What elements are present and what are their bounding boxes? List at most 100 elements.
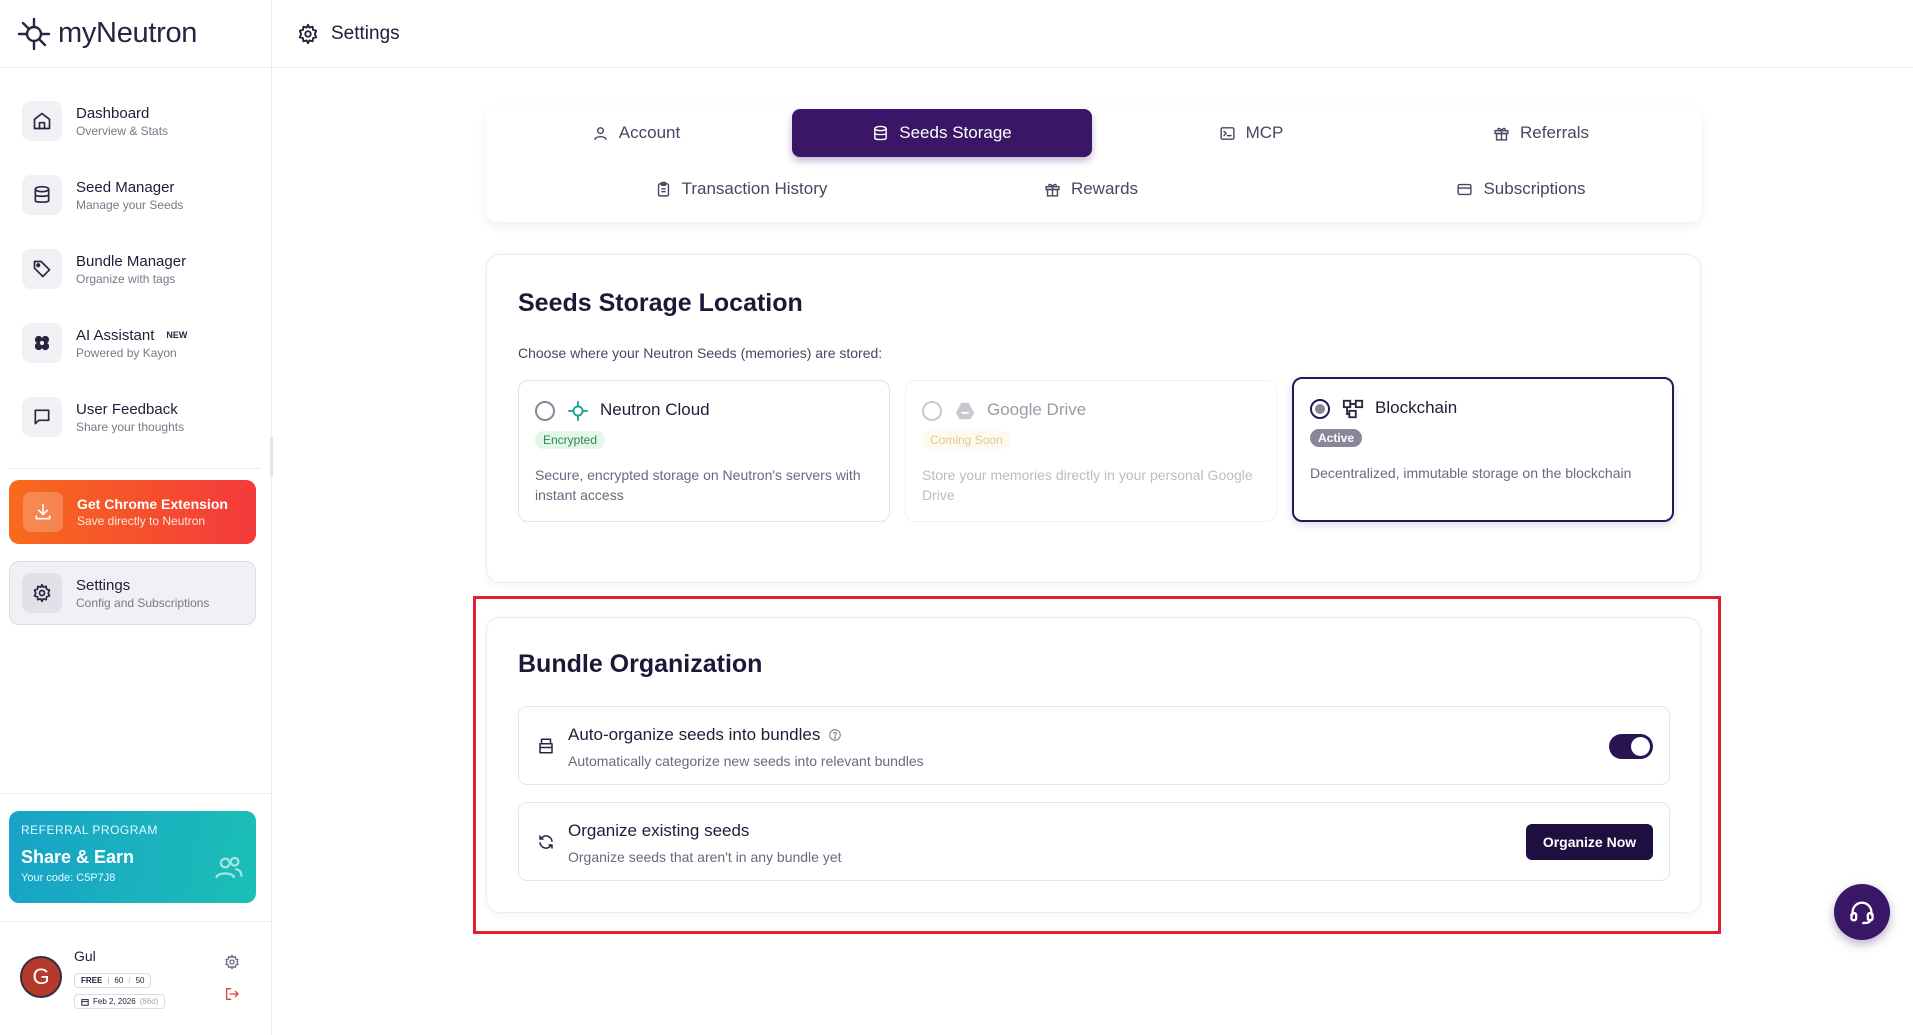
settings-tabs: Account Seeds Storage MCP Referrals Tran… xyxy=(486,105,1701,222)
storage-option-description: Secure, encrypted storage on Neutron's s… xyxy=(535,467,861,503)
top-bar: Settings xyxy=(273,0,1913,68)
tab-seeds-storage[interactable]: Seeds Storage xyxy=(792,109,1092,157)
message-square-icon xyxy=(22,397,62,437)
tab-referrals[interactable]: Referrals xyxy=(1406,109,1676,157)
credit-card-icon xyxy=(1457,183,1473,195)
tab-label: Seeds Storage xyxy=(899,123,1012,142)
sidebar-scrollbar[interactable] xyxy=(270,437,273,477)
renewal-date-note: (86d) xyxy=(139,997,159,1006)
active-badge: Active xyxy=(1310,429,1363,447)
sidebar-item-settings[interactable]: Settings Config and Subscriptions xyxy=(9,561,256,625)
logout-icon[interactable] xyxy=(224,986,240,1002)
section-description: Choose where your Neutron Seeds (memorie… xyxy=(518,345,883,361)
sidebar-item-bundle-manager[interactable]: Bundle Manager Organize with tags xyxy=(0,232,271,306)
gift-icon xyxy=(1494,127,1509,141)
ai-assistant-icon xyxy=(22,323,62,363)
organize-existing-row: Organize existing seeds Organize seeds t… xyxy=(518,802,1670,881)
clipboard-icon xyxy=(657,181,669,197)
support-chat-button[interactable] xyxy=(1834,884,1890,940)
auto-organize-row: Auto-organize seeds into bundles Automat… xyxy=(518,706,1670,785)
sidebar-item-title: Seed Manager xyxy=(76,178,175,196)
user-icon xyxy=(593,126,607,140)
neutron-logo-icon xyxy=(17,17,51,50)
auto-organize-toggle[interactable] xyxy=(1609,734,1653,759)
help-circle-icon[interactable] xyxy=(828,728,842,742)
storage-option-description: Decentralized, immutable storage on the … xyxy=(1310,465,1632,481)
tab-subscriptions[interactable]: Subscriptions xyxy=(1371,165,1671,213)
sidebar: myNeutron Dashboard Overview & Stats See… xyxy=(0,0,273,1035)
tab-label: Referrals xyxy=(1520,123,1589,142)
sidebar-item-subtitle: Share your thoughts xyxy=(76,419,185,434)
plan-badge: FREE | 60 / 50 xyxy=(74,973,152,988)
section-title: Seeds Storage Location xyxy=(518,289,803,317)
refresh-icon xyxy=(539,835,553,849)
organize-existing-description: Organize seeds that aren't in any bundle… xyxy=(568,849,842,865)
tab-mcp[interactable]: MCP xyxy=(1116,109,1386,157)
radio-button xyxy=(922,401,942,421)
tab-account[interactable]: Account xyxy=(506,109,766,157)
auto-organize-description: Automatically categorize new seeds into … xyxy=(568,753,924,769)
sidebar-divider xyxy=(0,921,272,922)
radio-button-selected[interactable] xyxy=(1310,399,1330,419)
calendar-icon xyxy=(81,998,89,1006)
download-icon xyxy=(23,492,63,532)
tab-transaction-history[interactable]: Transaction History xyxy=(576,165,906,213)
tab-rewards[interactable]: Rewards xyxy=(961,165,1221,213)
google-drive-icon xyxy=(955,402,975,420)
database-icon xyxy=(874,125,888,140)
avatar[interactable]: G xyxy=(20,956,62,998)
tab-label: Subscriptions xyxy=(1483,179,1586,198)
sidebar-item-subtitle: Overview & Stats xyxy=(76,123,169,138)
storage-option-description: Store your memories directly in your per… xyxy=(922,467,1253,503)
plan-name: FREE xyxy=(81,976,103,985)
tab-label: Account xyxy=(618,123,681,142)
sidebar-item-title: Bundle Manager xyxy=(76,252,187,270)
organize-now-button[interactable]: Organize Now xyxy=(1526,824,1653,860)
storage-option-name: Neutron Cloud xyxy=(600,400,710,419)
user-name: Gul xyxy=(74,948,96,964)
referral-title: Share & Earn xyxy=(21,847,135,867)
neutron-cloud-icon xyxy=(567,400,589,422)
coming-soon-badge: Coming Soon xyxy=(922,431,1011,449)
organize-existing-title: Organize existing seeds xyxy=(568,821,750,840)
radio-button[interactable] xyxy=(535,401,555,421)
gift-icon xyxy=(1045,183,1060,197)
referral-card[interactable]: REFERRAL PROGRAM Share & Earn Your code:… xyxy=(9,811,256,903)
database-icon xyxy=(22,175,62,215)
row-title: Auto-organize seeds into bundles xyxy=(568,725,842,745)
terminal-icon xyxy=(1220,126,1235,140)
home-icon xyxy=(22,101,62,141)
user-settings-gear-icon[interactable] xyxy=(224,954,240,970)
sidebar-item-subtitle: Config and Subscriptions xyxy=(76,595,210,610)
storage-option-name: Blockchain xyxy=(1375,398,1458,417)
app-name: myNeutron xyxy=(58,17,198,49)
chrome-extension-title: Get Chrome Extension xyxy=(77,496,228,512)
sidebar-item-title: Dashboard xyxy=(76,104,150,122)
sidebar-item-ai-assistant[interactable]: AI Assistant NEW Powered by Kayon xyxy=(0,306,271,380)
archive-icon xyxy=(539,738,553,754)
sidebar-item-seed-manager[interactable]: Seed Manager Manage your Seeds xyxy=(0,158,271,232)
logo[interactable]: myNeutron xyxy=(0,0,271,68)
section-title: Bundle Organization xyxy=(518,650,763,678)
plan-separator: | xyxy=(107,976,110,985)
encrypted-badge: Encrypted xyxy=(535,431,606,449)
sidebar-item-subtitle: Powered by Kayon xyxy=(76,345,177,360)
sidebar-item-subtitle: Organize with tags xyxy=(76,271,176,286)
chrome-extension-button[interactable]: Get Chrome Extension Save directly to Ne… xyxy=(9,480,256,544)
sidebar-item-dashboard[interactable]: Dashboard Overview & Stats xyxy=(0,84,271,158)
storage-location-card: Seeds Storage Location Choose where your… xyxy=(486,254,1701,583)
sidebar-divider xyxy=(10,468,261,469)
page-title: Settings xyxy=(331,22,400,44)
storage-option-google-drive: Google Drive Coming Soon Store your memo… xyxy=(905,380,1277,522)
sidebar-item-user-feedback[interactable]: User Feedback Share your thoughts xyxy=(0,380,271,454)
sidebar-item-title: User Feedback xyxy=(76,400,178,418)
new-badge: NEW xyxy=(166,330,188,340)
sidebar-divider xyxy=(0,793,272,794)
sidebar-item-title: Settings xyxy=(76,576,131,594)
storage-option-neutron-cloud[interactable]: Neutron Cloud Encrypted Secure, encrypte… xyxy=(518,380,890,522)
users-icon xyxy=(215,856,243,879)
storage-option-blockchain[interactable]: Blockchain Active Decentralized, immutab… xyxy=(1292,377,1674,522)
blockchain-icon xyxy=(1342,399,1364,419)
sidebar-item-title-text: AI Assistant xyxy=(76,326,155,344)
sidebar-item-title: AI Assistant NEW xyxy=(76,327,187,344)
